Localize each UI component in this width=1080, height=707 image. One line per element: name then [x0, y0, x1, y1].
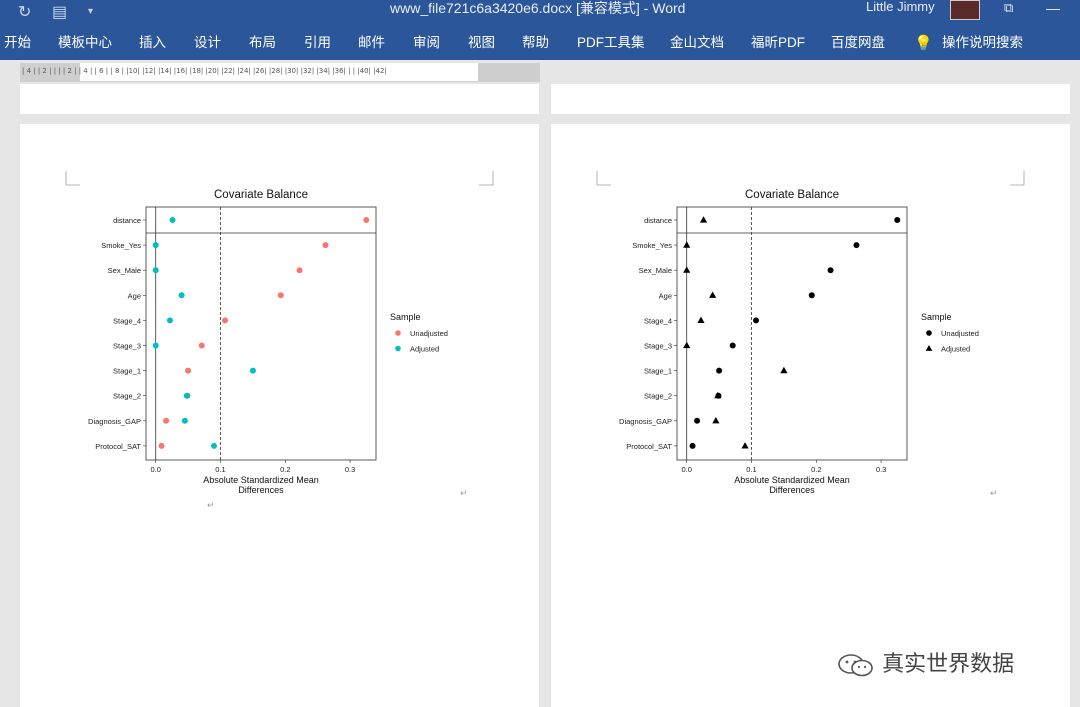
- plot-panel: [676, 206, 908, 461]
- data-point-unadjusted: [363, 217, 370, 223]
- x-tick-label: 0.1: [215, 465, 225, 474]
- paragraph-mark: ↵: [460, 488, 468, 498]
- y-tick-label: distance: [644, 216, 672, 225]
- y-tick-label: Stage_1: [113, 367, 141, 376]
- legend-marker: [926, 330, 932, 336]
- data-point-adjusted: [183, 392, 190, 399]
- legend-marker: [395, 345, 401, 352]
- data-point-unadjusted: [158, 442, 165, 449]
- legend-label: Adjusted: [410, 345, 439, 354]
- data-point-adjusted: [166, 317, 173, 324]
- data-point-adjusted: [211, 442, 218, 449]
- plot-panel: [145, 206, 377, 461]
- y-tick-label: Age: [128, 291, 141, 300]
- x-tick-label: 0.1: [746, 465, 756, 474]
- page-corner-mark: [479, 171, 494, 186]
- data-point-adjusted: [249, 367, 256, 374]
- y-tick-label: Stage_2: [113, 392, 141, 401]
- data-point-unadjusted: [729, 342, 736, 349]
- data-point-adjusted: [181, 417, 188, 424]
- data-point-unadjusted: [296, 267, 303, 274]
- legend-title: Sample: [921, 312, 952, 322]
- data-point-unadjusted: [222, 317, 229, 324]
- y-tick-label: Stage_1: [644, 367, 672, 376]
- legend-marker: [925, 345, 933, 351]
- wechat-icon: [838, 654, 873, 677]
- y-tick-label: Protocol_SAT: [95, 442, 141, 451]
- y-tick-label: Stage_4: [644, 316, 672, 325]
- x-tick-label: 0.3: [876, 465, 886, 474]
- legend-title: Sample: [390, 312, 421, 322]
- data-point-unadjusted: [853, 242, 860, 249]
- data-point-unadjusted: [322, 242, 329, 249]
- chart-title: Covariate Balance: [214, 189, 308, 201]
- y-tick-label: distance: [113, 216, 141, 225]
- y-tick-label: Smoke_Yes: [632, 241, 672, 250]
- data-point-unadjusted: [277, 292, 284, 299]
- data-point-unadjusted: [185, 367, 192, 374]
- legend-label: Unadjusted: [941, 329, 979, 338]
- data-point-unadjusted: [808, 292, 815, 299]
- watermark: 真实世界数据: [836, 646, 1014, 678]
- page-corner-mark: [596, 171, 611, 186]
- x-axis-label-line1: Absolute Standardized Mean: [203, 475, 319, 485]
- data-point-adjusted: [152, 267, 159, 274]
- legend-label: Unadjusted: [410, 329, 448, 338]
- y-tick-label: Sex_Male: [639, 266, 672, 275]
- y-tick-label: Age: [659, 291, 672, 300]
- data-point-unadjusted: [753, 317, 760, 324]
- y-tick-label: Protocol_SAT: [626, 442, 672, 451]
- data-point-unadjusted: [894, 217, 901, 223]
- chart-title: Covariate Balance: [745, 189, 839, 201]
- y-tick-label: Stage_3: [113, 342, 141, 351]
- x-axis-label-line2: Differences: [769, 485, 815, 495]
- legend-marker: [395, 330, 401, 336]
- paragraph-mark: ↵: [207, 500, 215, 510]
- x-tick-label: 0.3: [345, 465, 355, 474]
- data-point-adjusted: [169, 217, 176, 223]
- y-tick-label: Smoke_Yes: [101, 241, 141, 250]
- chart-canvas: ↵ ↵ ↵ Covariate Balance distance Smoke_Yes Sex…: [65, 171, 1025, 510]
- x-axis-label-line1: Absolute Standardized Mean: [734, 475, 850, 485]
- y-tick-label: Sex_Male: [108, 266, 141, 275]
- data-point-unadjusted: [689, 442, 696, 449]
- x-tick-label: 0.0: [150, 465, 160, 474]
- x-tick-label: 0.2: [280, 465, 290, 474]
- y-tick-label: Diagnosis_GAP: [88, 417, 141, 426]
- legend-label: Adjusted: [941, 345, 970, 354]
- page-corner-mark: [65, 171, 80, 186]
- data-point-unadjusted: [827, 267, 834, 274]
- y-tick-label: Diagnosis_GAP: [619, 417, 672, 426]
- page-corner-mark: [1010, 171, 1025, 186]
- watermark-text: 真实世界数据: [882, 651, 1015, 676]
- data-point-unadjusted: [716, 367, 723, 374]
- data-point-unadjusted: [694, 417, 701, 424]
- y-tick-label: Stage_4: [113, 316, 141, 325]
- data-point-unadjusted: [198, 342, 205, 349]
- paragraph-mark: ↵: [990, 488, 998, 498]
- y-tick-label: Stage_2: [644, 392, 672, 401]
- data-point-adjusted: [152, 242, 159, 249]
- data-point-adjusted: [152, 342, 159, 349]
- data-point-unadjusted: [163, 417, 170, 424]
- y-tick-label: Stage_3: [644, 342, 672, 351]
- x-tick-label: 0.0: [681, 465, 691, 474]
- x-tick-label: 0.2: [811, 465, 821, 474]
- x-axis-label-line2: Differences: [238, 485, 284, 495]
- data-point-adjusted: [178, 292, 185, 299]
